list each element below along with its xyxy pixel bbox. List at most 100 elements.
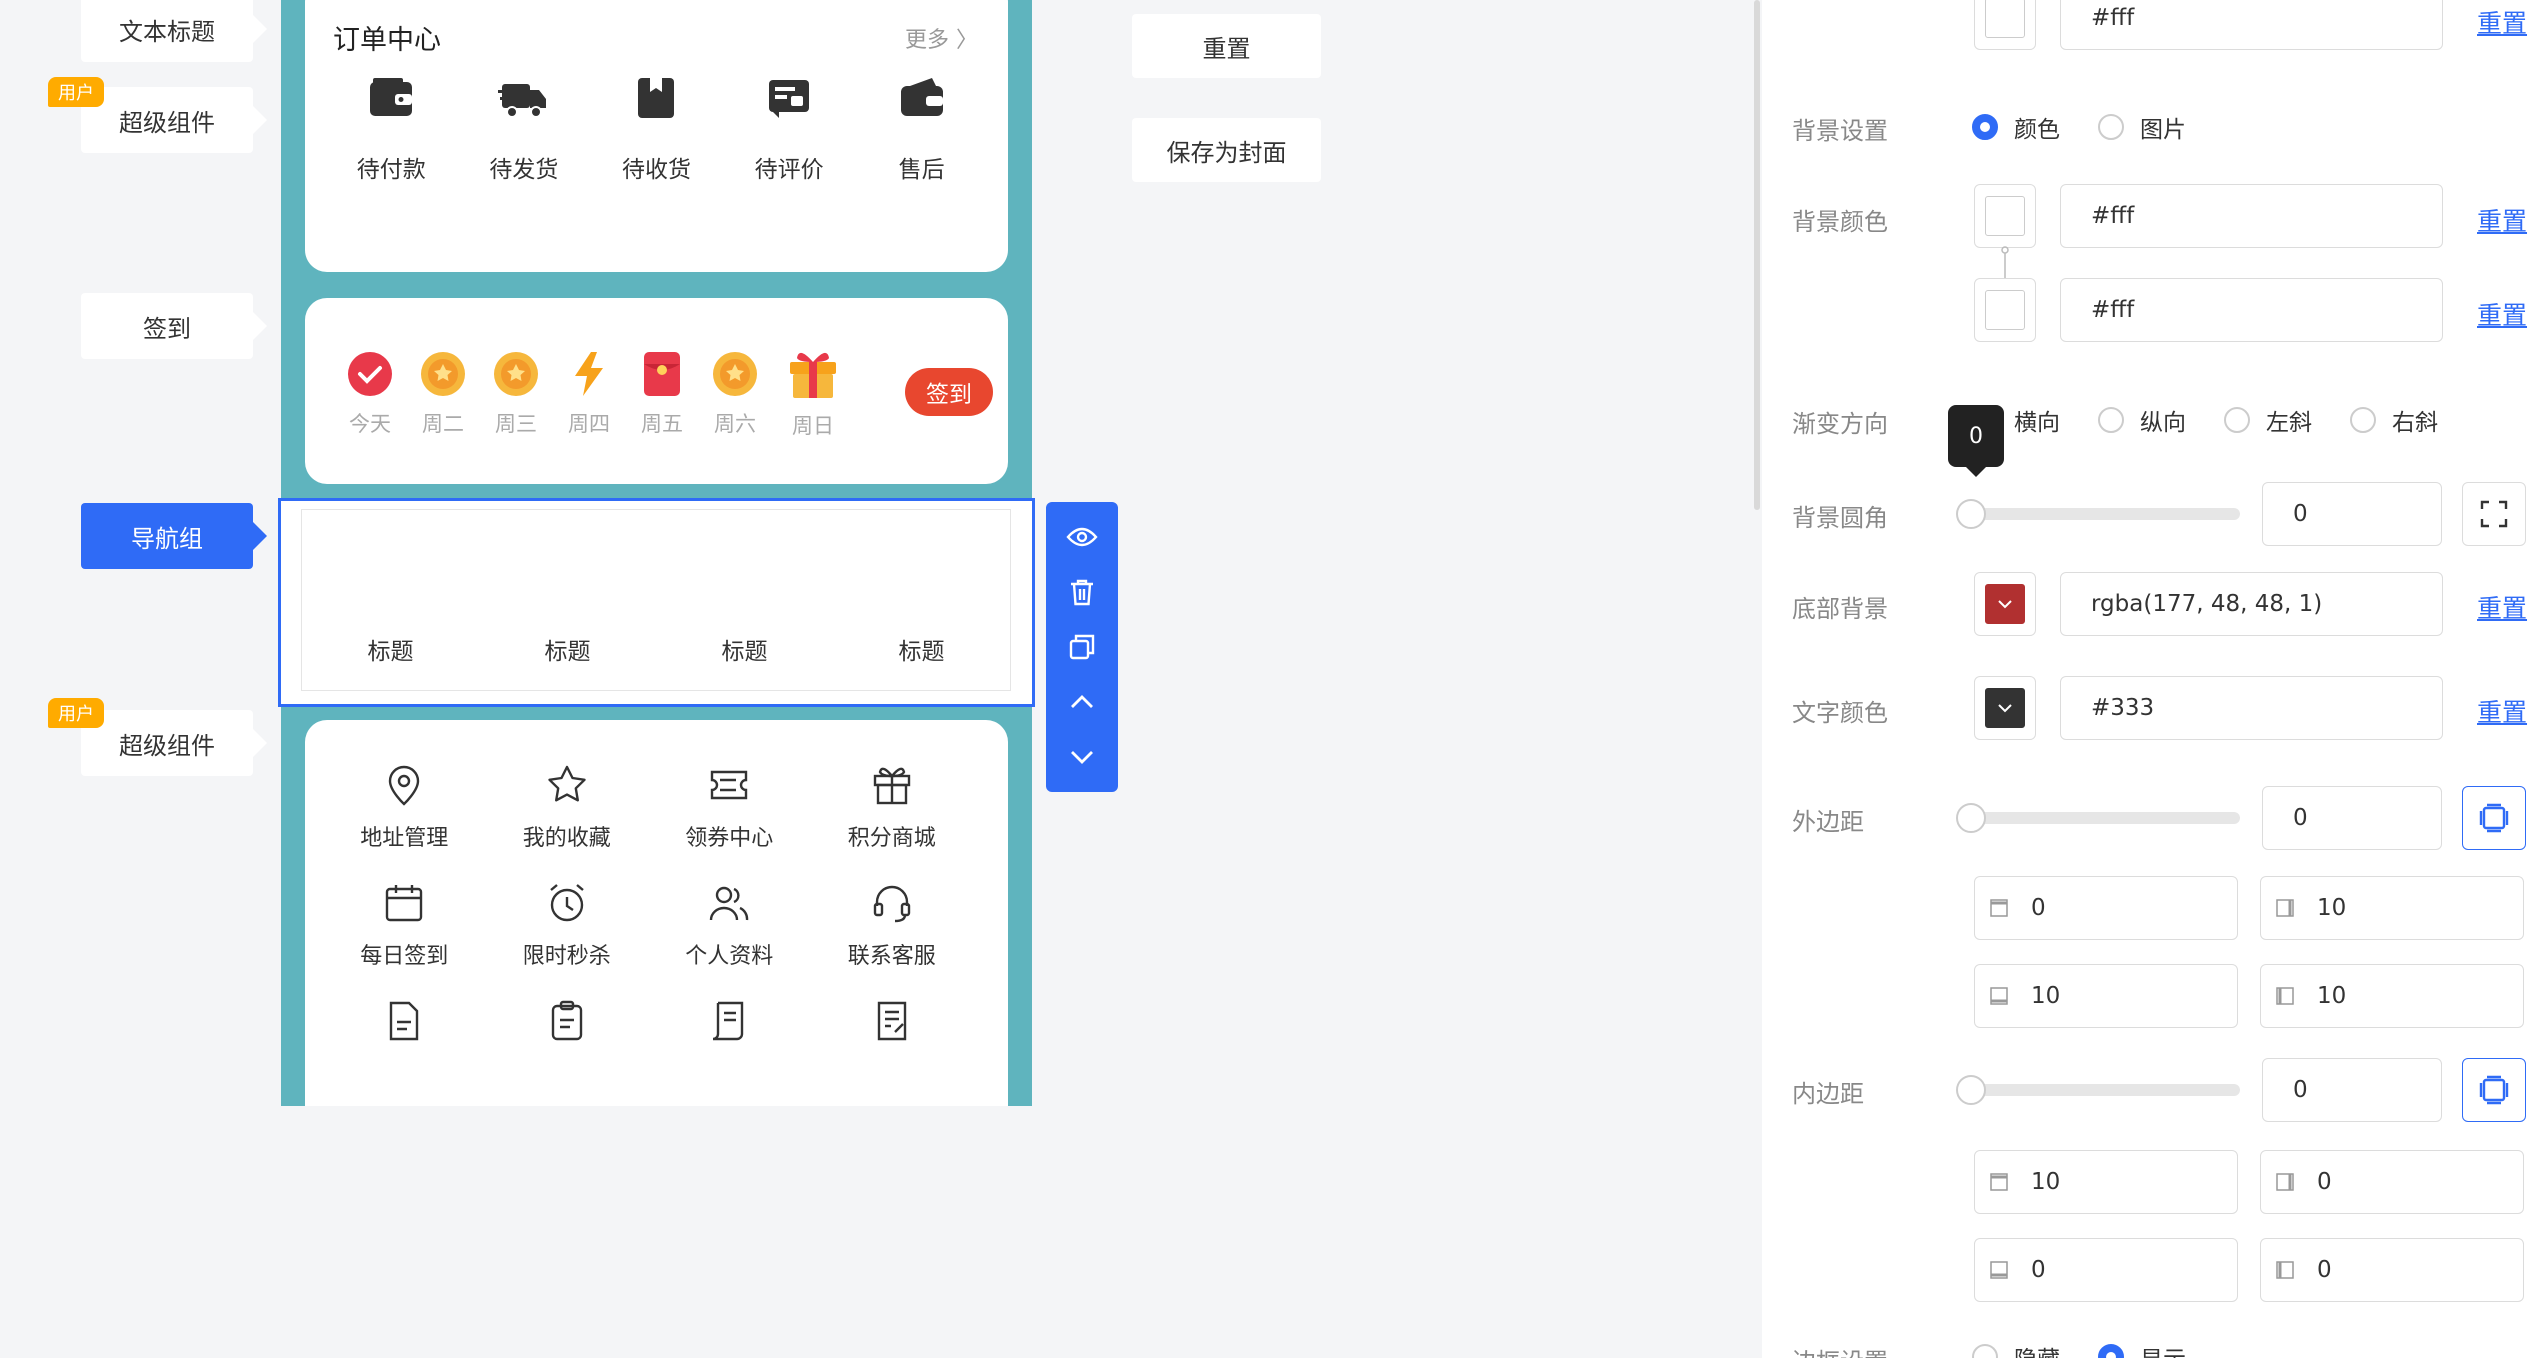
margin-right-input[interactable]: 10 — [2260, 876, 2524, 940]
padding-right-input[interactable]: 0 — [2260, 1150, 2524, 1214]
color-input[interactable]: #fff — [2060, 0, 2443, 50]
nav-item-title[interactable]: 标题 — [722, 632, 768, 666]
reset-link[interactable]: 重置 — [2477, 296, 2527, 332]
reset-link[interactable]: 重置 — [2477, 4, 2527, 40]
padding-input[interactable]: 0 — [2262, 1058, 2442, 1122]
service-item[interactable] — [323, 998, 486, 1056]
coin-icon — [713, 352, 757, 396]
reset-link[interactable]: 重置 — [2477, 693, 2527, 729]
chevron-up-icon[interactable] — [1066, 686, 1098, 718]
nav-group-component-selected[interactable]: 标题 标题 标题 标题 — [278, 498, 1035, 707]
service-item[interactable] — [486, 998, 649, 1056]
side-bottom-icon — [1990, 987, 2008, 1005]
reset-link[interactable]: 重置 — [2477, 202, 2527, 238]
user-tag: 用户 — [48, 698, 104, 728]
service-item[interactable]: 个人资料 — [648, 880, 811, 970]
service-item[interactable]: 每日签到 — [323, 880, 486, 970]
radio-gradient-left-diagonal[interactable]: 左斜 — [2224, 403, 2312, 437]
text-color-swatch[interactable] — [1974, 676, 2036, 740]
padding-bottom-input[interactable]: 0 — [1974, 1238, 2238, 1302]
order-center-card[interactable]: 订单中心 更多 〉 待付款 待发货 待收货 待评价 售后 — [305, 0, 1008, 272]
bg-color-swatch-1[interactable] — [1974, 184, 2036, 248]
nav-item-title[interactable]: 标题 — [899, 632, 945, 666]
service-item[interactable] — [811, 998, 974, 1056]
component-label-super-component-2[interactable]: 超级组件 — [81, 710, 267, 776]
order-center-title: 订单中心 — [333, 25, 441, 56]
text-color-label: 文字颜色 — [1792, 699, 1888, 727]
component-label-text-title[interactable]: 文本标题 — [81, 0, 267, 62]
order-more-link[interactable]: 更多 〉 — [905, 22, 978, 54]
margin-top-input[interactable]: 0 — [1974, 876, 2238, 940]
slider-handle[interactable] — [1956, 1075, 1986, 1105]
padding-slider[interactable] — [1956, 1075, 2240, 1105]
service-item[interactable]: 联系客服 — [811, 880, 974, 970]
bottom-bg-swatch[interactable] — [1974, 572, 2036, 636]
coin-icon — [494, 352, 538, 396]
text-color-input[interactable]: #333 — [2060, 676, 2443, 740]
nav-item-title[interactable]: 标题 — [545, 632, 591, 666]
radio-gradient-right-diagonal[interactable]: 右斜 — [2350, 403, 2438, 437]
fullscreen-button[interactable] — [2462, 482, 2526, 546]
color-swatch[interactable] — [1974, 0, 2036, 50]
user-tag: 用户 — [48, 77, 104, 107]
service-item[interactable]: 领券中心 — [648, 762, 811, 852]
order-item-pending-payment[interactable]: 待付款 — [336, 72, 446, 184]
margin-expand-button[interactable] — [2462, 786, 2526, 850]
margin-input[interactable]: 0 — [2262, 786, 2442, 850]
margin-bottom-input[interactable]: 10 — [1974, 964, 2238, 1028]
padding-left-input[interactable]: 0 — [2260, 1238, 2524, 1302]
chevron-down-icon — [1998, 600, 2012, 609]
component-label-sign-in[interactable]: 签到 — [81, 293, 267, 359]
gift-box-icon — [873, 767, 910, 805]
sign-in-button[interactable]: 签到 — [905, 368, 993, 416]
coin-icon — [421, 352, 465, 396]
scroll-icon — [713, 1001, 744, 1041]
review-icon — [769, 80, 810, 118]
radio-border-shown[interactable]: 显示 — [2098, 1340, 2186, 1358]
sign-day: 周四 — [564, 350, 614, 438]
bg-color-swatch-2[interactable] — [1974, 278, 2036, 342]
radio-bg-color[interactable]: 颜色 — [1972, 110, 2060, 144]
component-label-super-component[interactable]: 超级组件 — [81, 87, 267, 153]
padding-expand-button[interactable] — [2462, 1058, 2526, 1122]
save-as-cover-button[interactable]: 保存为封面 — [1132, 118, 1321, 182]
bg-color-input-2[interactable]: #fff — [2060, 278, 2443, 342]
eye-icon[interactable] — [1066, 521, 1098, 553]
box-icon — [638, 78, 675, 118]
component-label-nav-group[interactable]: 导航组 — [81, 503, 267, 569]
bg-radius-input[interactable]: 0 — [2262, 482, 2442, 546]
service-item[interactable]: 我的收藏 — [486, 762, 649, 852]
box-sides-icon — [2479, 803, 2509, 833]
radio-gradient-vertical[interactable]: 纵向 — [2098, 403, 2186, 437]
reset-link[interactable]: 重置 — [2477, 589, 2527, 625]
order-item-after-sale[interactable]: 售后 — [867, 72, 977, 184]
sign-day: 今天 — [345, 350, 395, 438]
order-item-to-review[interactable]: 待评价 — [734, 72, 844, 184]
margin-slider[interactable] — [1956, 803, 2240, 833]
sign-in-card[interactable]: 今天 周二 周三 周四 周五 周六 周日 签到 — [305, 298, 1008, 484]
reset-button[interactable]: 重置 — [1132, 14, 1321, 78]
chevron-down-icon[interactable] — [1066, 741, 1098, 773]
bg-color-input-1[interactable]: #fff — [2060, 184, 2443, 248]
radio-bg-image[interactable]: 图片 — [2098, 110, 2186, 144]
margin-left-input[interactable]: 10 — [2260, 964, 2524, 1028]
service-item[interactable] — [648, 998, 811, 1056]
service-item[interactable]: 积分商城 — [811, 762, 974, 852]
side-left-icon — [2276, 987, 2294, 1005]
slider-handle[interactable] — [1956, 499, 1986, 529]
radio-border-hidden[interactable]: 隐藏 — [1972, 1340, 2060, 1358]
services-card[interactable]: 地址管理 我的收藏 领券中心 积分商城 每日签到 限时秒杀 个人资料 联系客服 — [305, 720, 1008, 1106]
bg-radius-slider[interactable] — [1956, 499, 2240, 529]
service-item[interactable]: 地址管理 — [323, 762, 486, 852]
order-item-to-receive[interactable]: 待收货 — [601, 72, 711, 184]
calendar-icon — [386, 885, 423, 922]
trash-icon[interactable] — [1066, 576, 1098, 608]
scrollbar[interactable] — [1754, 0, 1760, 510]
slider-handle[interactable] — [1956, 803, 1986, 833]
service-item[interactable]: 限时秒杀 — [486, 880, 649, 970]
order-item-to-ship[interactable]: 待发货 — [469, 72, 579, 184]
padding-top-input[interactable]: 10 — [1974, 1150, 2238, 1214]
copy-icon[interactable] — [1066, 631, 1098, 663]
bottom-bg-input[interactable]: rgba(177, 48, 48, 1) — [2060, 572, 2443, 636]
nav-item-title[interactable]: 标题 — [368, 632, 414, 666]
